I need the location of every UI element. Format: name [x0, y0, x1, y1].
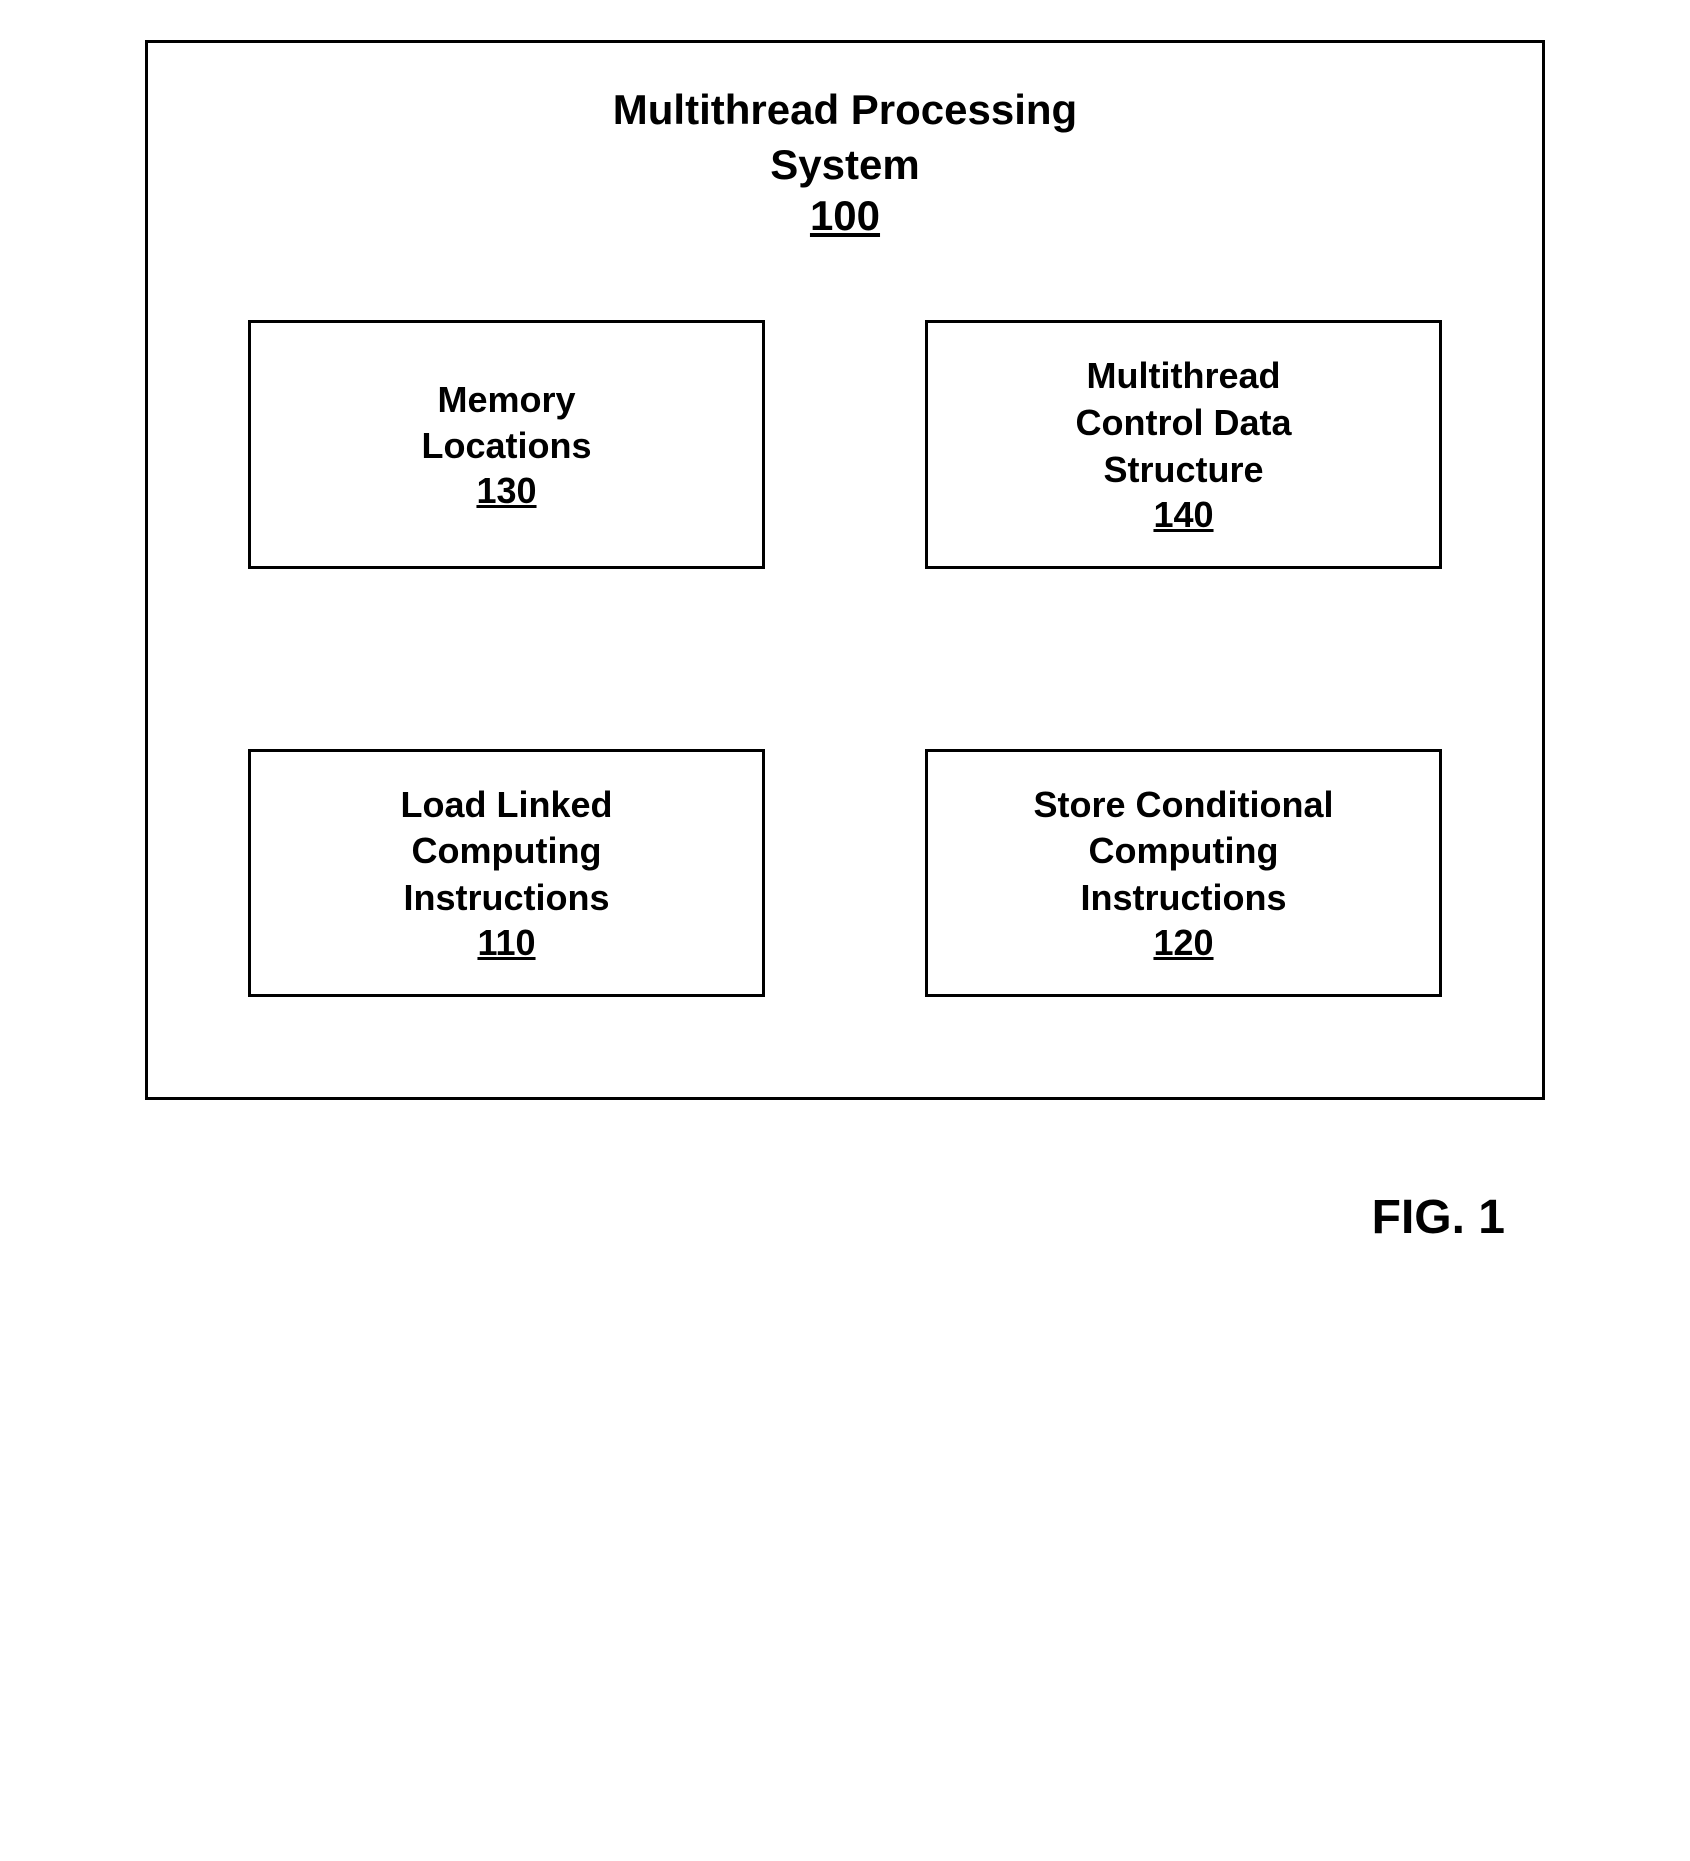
box-label: Multithread [948, 353, 1419, 400]
box-ref: 110 [271, 922, 742, 964]
system-title: Multithread Processing System 100 [208, 83, 1482, 240]
memory-locations-box: Memory Locations 130 [248, 320, 765, 568]
box-label: Computing [948, 828, 1419, 875]
multithread-control-box: Multithread Control Data Structure 140 [925, 320, 1442, 568]
title-line-2: System [208, 138, 1482, 193]
box-label: Computing [271, 828, 742, 875]
box-ref: 130 [271, 470, 742, 512]
system-container: Multithread Processing System 100 Memory… [145, 40, 1545, 1100]
store-conditional-box: Store Conditional Computing Instructions… [925, 749, 1442, 997]
load-linked-box: Load Linked Computing Instructions 110 [248, 749, 765, 997]
title-ref: 100 [208, 192, 1482, 240]
box-ref: 140 [948, 494, 1419, 536]
box-label: Structure [948, 447, 1419, 494]
box-label: Control Data [948, 400, 1419, 447]
box-label: Load Linked [271, 782, 742, 829]
title-line-1: Multithread Processing [208, 83, 1482, 138]
box-ref: 120 [948, 922, 1419, 964]
box-label: Instructions [271, 875, 742, 922]
box-label: Memory [271, 377, 742, 424]
figure-label: FIG. 1 [145, 1190, 1545, 1245]
box-label: Locations [271, 423, 742, 470]
component-grid: Memory Locations 130 Multithread Control… [208, 320, 1482, 997]
box-label: Instructions [948, 875, 1419, 922]
box-label: Store Conditional [948, 782, 1419, 829]
